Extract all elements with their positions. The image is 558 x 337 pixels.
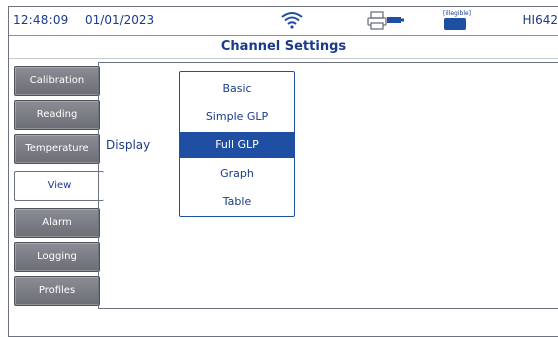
option-full-glp[interactable]: Full GLP xyxy=(180,132,294,158)
option-basic[interactable]: Basic xyxy=(180,76,294,102)
status-badge-label: [illegible] xyxy=(443,10,472,17)
option-simple-glp[interactable]: Simple GLP xyxy=(180,104,294,130)
settings-panel xyxy=(98,62,558,309)
tab-view[interactable]: View xyxy=(14,171,104,201)
tab-alarm[interactable]: Alarm xyxy=(14,208,100,238)
page-title: Channel Settings xyxy=(9,36,558,59)
tab-logging[interactable]: Logging xyxy=(14,242,100,272)
status-bar: 12:48:09 01/01/2023 [illegible] HI642 xyxy=(9,7,558,36)
option-table[interactable]: Table xyxy=(180,189,294,215)
status-badge-block xyxy=(444,18,466,30)
clock-time: 12:48:09 xyxy=(13,13,69,27)
display-dropdown-list[interactable]: Basic Simple GLP Full GLP Graph Table xyxy=(179,71,295,217)
display-label: Display xyxy=(106,138,151,152)
tab-calibration[interactable]: Calibration xyxy=(14,66,100,96)
battery-icon xyxy=(387,17,404,23)
device-screen: 12:48:09 01/01/2023 [illegible] HI642 Ch… xyxy=(8,6,558,337)
wifi-icon xyxy=(281,12,303,29)
clock-date: 01/01/2023 xyxy=(85,13,155,27)
option-graph[interactable]: Graph xyxy=(180,161,294,187)
tab-temperature[interactable]: Temperature xyxy=(14,134,100,164)
printer-icon xyxy=(367,11,387,30)
tab-reading[interactable]: Reading xyxy=(14,100,100,130)
status-badge: [illegible] xyxy=(443,10,472,30)
tab-profiles[interactable]: Profiles xyxy=(14,276,100,306)
model-name: HI642 xyxy=(522,13,558,27)
